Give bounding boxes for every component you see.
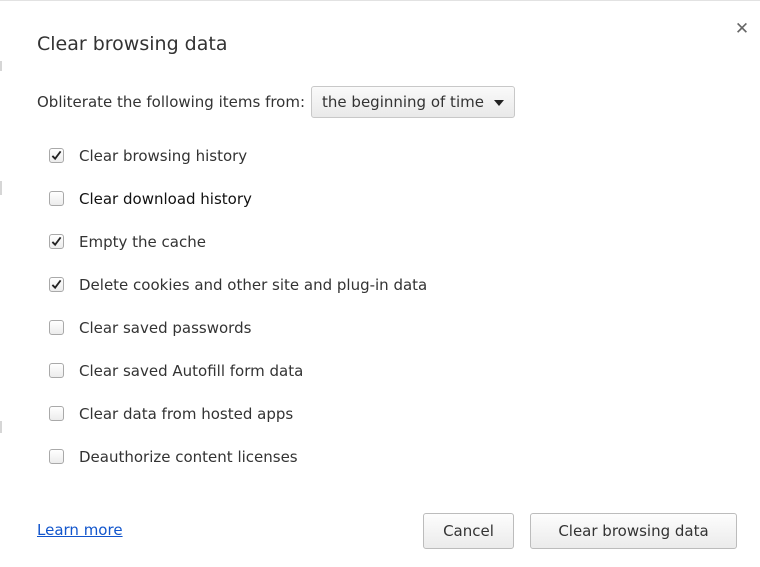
chevron-down-icon	[493, 100, 504, 106]
clear-options-list: Clear browsing history Clear download hi…	[49, 134, 427, 478]
option-label: Clear saved Autofill form data	[79, 361, 304, 380]
option-clear-browsing-history[interactable]: Clear browsing history	[49, 134, 427, 177]
dialog-title: Clear browsing data	[37, 33, 228, 55]
time-range-select[interactable]: the beginning of time	[311, 86, 515, 118]
clear-browsing-data-button[interactable]: Clear browsing data	[530, 513, 737, 549]
checkbox[interactable]	[49, 320, 64, 335]
close-icon: ✕	[734, 19, 750, 39]
clear-browsing-data-dialog: Clear browsing data ✕ Obliterate the fol…	[0, 0, 760, 567]
checkbox[interactable]	[49, 449, 64, 464]
checkmark-icon	[51, 150, 62, 161]
left-edge-mark	[0, 181, 2, 195]
checkbox[interactable]	[49, 406, 64, 421]
option-clear-download-history[interactable]: Clear download history	[49, 177, 427, 220]
option-delete-cookies[interactable]: Delete cookies and other site and plug-i…	[49, 263, 427, 306]
option-label: Deauthorize content licenses	[79, 447, 298, 466]
close-button[interactable]: ✕	[734, 19, 750, 39]
option-label: Delete cookies and other site and plug-i…	[79, 275, 428, 294]
time-range-label: Obliterate the following items from:	[37, 93, 306, 111]
checkbox[interactable]	[49, 148, 64, 163]
option-clear-hosted-app-data[interactable]: Clear data from hosted apps	[49, 392, 427, 435]
option-label: Clear saved passwords	[79, 318, 252, 337]
option-clear-saved-passwords[interactable]: Clear saved passwords	[49, 306, 427, 349]
time-range-row: Obliterate the following items from: the…	[37, 85, 515, 119]
time-range-value: the beginning of time	[322, 93, 484, 111]
checkmark-icon	[51, 279, 62, 290]
option-empty-cache[interactable]: Empty the cache	[49, 220, 427, 263]
checkbox[interactable]	[49, 191, 64, 206]
left-edge-mark	[0, 61, 2, 71]
learn-more-link[interactable]: Learn more	[37, 521, 123, 539]
cancel-button[interactable]: Cancel	[423, 513, 514, 549]
option-label: Empty the cache	[79, 232, 206, 251]
option-label: Clear browsing history	[79, 146, 248, 165]
checkmark-icon	[51, 236, 62, 247]
checkbox[interactable]	[49, 277, 64, 292]
checkbox[interactable]	[49, 234, 64, 249]
option-deauthorize-licenses[interactable]: Deauthorize content licenses	[49, 435, 427, 478]
option-clear-autofill-data[interactable]: Clear saved Autofill form data	[49, 349, 427, 392]
option-label: Clear download history	[79, 189, 252, 208]
left-edge-mark	[0, 421, 2, 433]
option-label: Clear data from hosted apps	[79, 404, 294, 423]
checkbox[interactable]	[49, 363, 64, 378]
